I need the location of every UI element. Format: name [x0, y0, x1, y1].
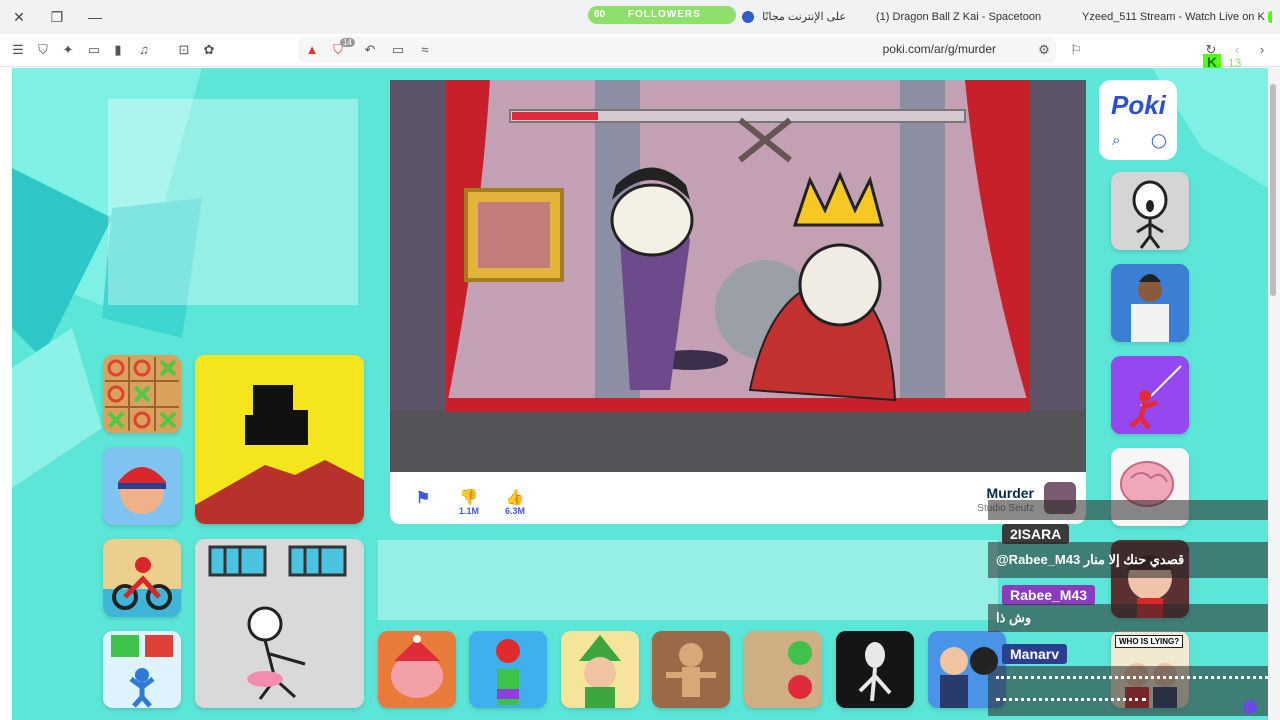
shield-icon[interactable]: ⛉	[35, 42, 51, 58]
poki-tab-icon	[742, 11, 754, 24]
poki-logo-card[interactable]: Poki ⌕ ◯	[1099, 80, 1177, 160]
game-tile-voodoo-doll[interactable]	[652, 631, 730, 708]
apple-worm-thumbnail	[469, 631, 547, 708]
chat-username: 2ISARA	[1002, 524, 1070, 544]
bearded-man-thumbnail	[1111, 264, 1189, 342]
subway-surfers-thumbnail	[103, 447, 181, 525]
thumbs-thumbnail	[744, 631, 822, 708]
tab-label: (1) Dragon Ball Z Kai - Spacetoon	[876, 11, 1042, 23]
history-icon[interactable]: ↶	[362, 42, 378, 58]
game-tile-pig[interactable]	[378, 631, 456, 708]
tab-dragon-ball[interactable]: (1) Dragon Ball Z Kai - Spacetoon	[876, 6, 1044, 28]
game-tile-bearded-man[interactable]	[1111, 264, 1189, 342]
pin-icon[interactable]: ✦	[60, 42, 76, 58]
dislike-button[interactable]: 👎 1.1M	[454, 488, 484, 516]
tabs-icon[interactable]: ▭	[86, 42, 102, 58]
game-tile-spider-stickman[interactable]	[1111, 356, 1189, 434]
like-count: 6.3M	[504, 506, 525, 516]
voodoo-doll-thumbnail	[652, 631, 730, 708]
cast-icon[interactable]: ▭	[390, 42, 406, 58]
report-button[interactable]: ⚑	[408, 488, 438, 508]
murder-game-scene	[390, 80, 1086, 472]
scrollbar-thumb[interactable]	[1270, 84, 1276, 296]
forward-arrow-icon[interactable]: ›	[1254, 42, 1270, 58]
restore-window-icon[interactable]: ❐	[48, 8, 66, 26]
sidebar-icon[interactable]: ▮	[110, 42, 126, 58]
slenderman-thumbnail	[836, 631, 914, 708]
followers-label: FOLLOWERS	[627, 9, 701, 20]
music-icon[interactable]: ♫	[136, 42, 152, 58]
tab-label: على الإنترنت مجانًا	[762, 11, 846, 23]
game-tile-slenderman[interactable]	[836, 631, 914, 708]
yellow-runner-thumbnail	[195, 355, 364, 524]
kick-icon	[1267, 11, 1272, 24]
screenshot-icon[interactable]: ⊡	[176, 42, 192, 58]
thumbs-up-icon: 👍	[505, 489, 525, 506]
chat-message-box	[988, 604, 1280, 632]
chat-message: وش ذا	[996, 610, 1032, 625]
translate-icon[interactable]: ≈	[417, 42, 433, 58]
followers-count: 60	[594, 9, 606, 20]
game-tile-stickman[interactable]	[1111, 172, 1189, 250]
poki-logo[interactable]: Poki	[1111, 90, 1166, 121]
like-button[interactable]: 👍 6.3M	[500, 488, 530, 516]
chat-username: Rabee_M43	[1002, 585, 1096, 605]
chat-band-top	[988, 500, 1280, 520]
game-tile-forest-elf[interactable]	[561, 631, 639, 708]
game-tile-subway-surfers[interactable]	[103, 447, 181, 525]
extension-badge: 14	[340, 38, 355, 47]
who-is-lying-label: WHO IS LYING?	[1115, 635, 1184, 648]
game-tile-moto-x3m[interactable]	[103, 539, 181, 617]
bookmark-icon[interactable]: ⚐	[1068, 42, 1084, 58]
tab-kick[interactable]: Yzeed_511 Stream - Watch Live on K	[1082, 6, 1272, 28]
moto-x3m-thumbnail	[103, 539, 181, 617]
game-tile-apple-worm[interactable]	[469, 631, 547, 708]
chat-message-box	[988, 666, 1280, 716]
tic-tac-toe-thumbnail	[103, 355, 181, 433]
game-tile-thumbs[interactable]	[744, 631, 822, 708]
warning-triangle-icon[interactable]: ▲	[304, 42, 320, 58]
tab-label: Yzeed_511 Stream - Watch Live on K	[1082, 11, 1265, 23]
extension-icon[interactable]	[1243, 700, 1257, 714]
game-tile-stickman-prison[interactable]	[195, 539, 364, 708]
thumbs-down-icon: 👎	[459, 489, 479, 506]
spider-stickman-thumbnail	[1111, 356, 1189, 434]
site-settings-icon[interactable]: ⚙	[1036, 42, 1052, 58]
chat-username: Manarv	[1002, 644, 1068, 664]
browser-titlebar: ✕ ❐ — 60 FOLLOWERS على الإنترنت مجانًا (…	[0, 0, 1280, 34]
stickman-thumbnail	[1111, 172, 1189, 250]
followers-overlay: 60 FOLLOWERS	[588, 6, 736, 24]
browser-toolbar: ☰ ⛉ ✦ ▭ ▮ ♫ ⊡ ✿ ▲ ⛉ 14 ↶ ▭ ≈ poki.com/ar…	[0, 34, 1280, 72]
search-icon[interactable]: ⌕	[1112, 132, 1120, 149]
stickman-prison-thumbnail	[195, 539, 364, 708]
ad-slot-left	[108, 99, 358, 305]
dislike-count: 1.1M	[458, 506, 479, 516]
tab-poki[interactable]: على الإنترنت مجانًا	[742, 6, 860, 28]
game-tile-crowd-run[interactable]	[103, 631, 181, 708]
user-icon[interactable]: ◯	[1151, 132, 1167, 149]
pig-thumbnail	[378, 631, 456, 708]
close-window-icon[interactable]: ✕	[10, 8, 28, 26]
game-tile-yellow-runner[interactable]	[195, 355, 364, 524]
forest-elf-thumbnail	[561, 631, 639, 708]
url-text[interactable]: poki.com/ar/g/murder	[883, 42, 996, 56]
menu-icon[interactable]: ☰	[10, 42, 26, 58]
ad-slot-bottom	[378, 540, 998, 620]
game-info-bar: ⚑ 👎 1.1M 👍 6.3M Murder Studio Seufz	[390, 472, 1086, 524]
game-canvas[interactable]	[390, 80, 1086, 472]
game-tile-tic-tac-toe[interactable]	[103, 355, 181, 433]
flag-icon: ⚑	[415, 490, 431, 507]
extensions-icon[interactable]: ✿	[201, 42, 217, 58]
chat-emote-row	[996, 676, 1268, 683]
address-bar[interactable]: ▲ ⛉ 14 ↶ ▭ ≈ poki.com/ar/g/murder ⚙	[298, 37, 1056, 63]
chat-message: @Rabee_M43 قصدي حنك إلا منار	[996, 552, 1185, 567]
minimize-window-icon[interactable]: —	[86, 8, 104, 26]
game-title: Murder	[986, 485, 1034, 501]
crowd-run-thumbnail	[103, 631, 181, 708]
chat-emote-row	[996, 698, 1146, 705]
